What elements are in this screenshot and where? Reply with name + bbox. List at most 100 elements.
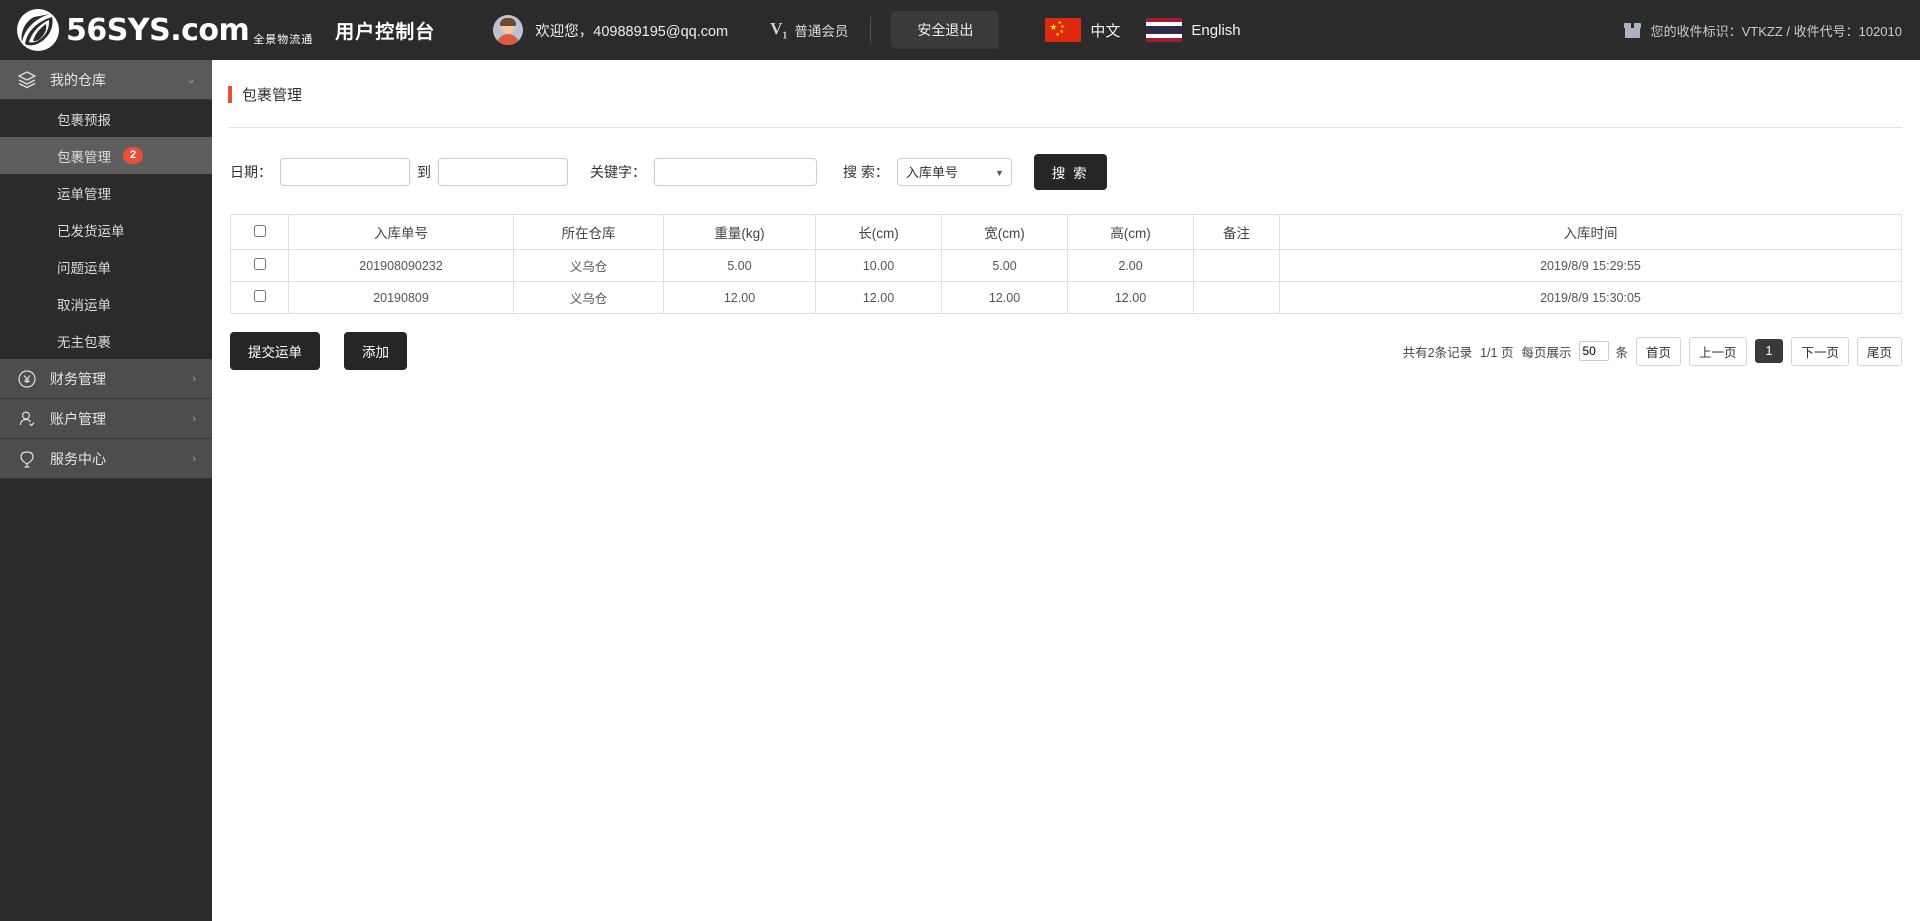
table-footer: 提交运单 添加 共有2条记录 1/1 页 每页展示 条 首页 上一页 1 下一页… xyxy=(230,332,1902,370)
sidebar-navigation: 我的仓库 ⌄ 包裹预报 包裹管理 2 运单管理 已发货运单 问题运单 取消运单 … xyxy=(0,60,212,921)
column-intake-time: 入库时间 xyxy=(1279,214,1902,250)
row-select-cell xyxy=(230,281,289,314)
china-flag-icon: ★ ★ ★ ★ ★ xyxy=(1045,18,1082,42)
top-header-bar: 56SYS.com 全景物流通 用户控制台 欢迎您，409889195@qq.c… xyxy=(0,0,1920,60)
yen-circle-icon xyxy=(16,369,38,389)
logo-wordmark: 56SYS.com xyxy=(66,12,250,48)
select-all-header xyxy=(230,214,289,250)
sidebar-item-label: 取消运单 xyxy=(57,297,111,313)
cell-weight: 5.00 xyxy=(663,249,816,282)
header-divider xyxy=(870,17,872,43)
sidebar-group-account[interactable]: 账户管理 › xyxy=(0,399,212,439)
chevron-right-icon: › xyxy=(192,452,196,465)
sidebar-item-waybill-management[interactable]: 运单管理 xyxy=(0,174,212,211)
sidebar-group-label: 财务管理 xyxy=(50,370,106,387)
sidebar-item-package-management[interactable]: 包裹管理 2 xyxy=(0,137,212,174)
brand-logo[interactable]: 56SYS.com 全景物流通 xyxy=(16,8,313,52)
keyword-input[interactable] xyxy=(654,158,817,186)
cell-intake-time: 2019/8/9 15:30:05 xyxy=(1279,281,1902,314)
page-indicator-text: 1/1 页 xyxy=(1480,345,1514,360)
column-height: 高(cm) xyxy=(1067,214,1194,250)
language-label-chinese: 中文 xyxy=(1090,22,1121,40)
cell-order-no: 20190809 xyxy=(288,281,514,314)
chevron-right-icon: › xyxy=(192,372,196,385)
table-header-row: 入库单号 所在仓库 重量(kg) 长(cm) 宽(cm) 高(cm) 备注 入库… xyxy=(230,214,1902,250)
sidebar-item-label: 问题运单 xyxy=(57,260,111,276)
table-row[interactable]: 201908090232 义乌仓 5.00 10.00 5.00 2.00 20… xyxy=(230,249,1902,282)
date-label: 日期： xyxy=(230,164,272,180)
avatar[interactable] xyxy=(493,15,524,45)
cell-length: 12.00 xyxy=(815,281,942,314)
logo-swirl-icon xyxy=(16,8,60,52)
cell-warehouse: 义乌仓 xyxy=(513,281,664,314)
cell-length: 10.00 xyxy=(815,249,942,282)
table-row[interactable]: 20190809 义乌仓 12.00 12.00 12.00 12.00 201… xyxy=(230,281,1902,314)
page-title: 包裹管理 xyxy=(242,87,303,104)
submit-waybill-button[interactable]: 提交运单 xyxy=(230,332,320,370)
total-records-text: 共有2条记录 xyxy=(1402,345,1473,360)
row-select-cell xyxy=(230,249,289,282)
cell-weight: 12.00 xyxy=(663,281,816,314)
date-between-label: 到 xyxy=(417,164,431,180)
row-checkbox[interactable] xyxy=(253,290,266,302)
search-button[interactable]: 搜 索 xyxy=(1033,154,1107,190)
cell-warehouse: 义乌仓 xyxy=(513,249,664,282)
language-switch-chinese[interactable]: ★ ★ ★ ★ ★ 中文 xyxy=(1045,18,1120,42)
vip-icon: V1 xyxy=(770,18,788,42)
logout-button[interactable]: 安全退出 xyxy=(891,11,1000,49)
logo-tagline: 全景物流通 xyxy=(253,33,314,46)
pagination: 共有2条记录 1/1 页 每页展示 条 首页 上一页 1 下一页 尾页 xyxy=(1402,336,1902,366)
membership-level: V1 普通会员 xyxy=(770,19,848,41)
sidebar-group-finance[interactable]: 财务管理 › xyxy=(0,359,212,399)
packages-table: 入库单号 所在仓库 重量(kg) 长(cm) 宽(cm) 高(cm) 备注 入库… xyxy=(230,214,1902,314)
keyword-label: 关键字： xyxy=(590,164,646,180)
language-switch-english[interactable]: English xyxy=(1146,18,1241,42)
main-content: 包裹管理 日期： 到 关键字： 搜 索： 入库单号 ▼ 搜 索 入库单号 所在仓… xyxy=(212,60,1920,921)
sidebar-item-cancelled-waybill[interactable]: 取消运单 xyxy=(0,285,212,322)
column-remark: 备注 xyxy=(1193,214,1280,250)
sidebar-item-shipped-waybill[interactable]: 已发货运单 xyxy=(0,211,212,248)
cell-width: 5.00 xyxy=(941,249,1068,282)
console-title: 用户控制台 xyxy=(335,21,436,43)
date-to-input[interactable] xyxy=(438,158,568,186)
cell-intake-time: 2019/8/9 15:29:55 xyxy=(1279,249,1902,282)
sidebar-group-label: 我的仓库 xyxy=(50,71,106,88)
sidebar-group-label: 服务中心 xyxy=(50,450,106,467)
sidebar-item-label: 包裹预报 xyxy=(57,112,111,128)
receiver-identity-info: 您的收件标识：VTKZZ / 收件代号：102010 xyxy=(1623,21,1902,40)
language-label-english: English xyxy=(1191,21,1241,39)
sidebar-item-label: 运单管理 xyxy=(57,186,111,202)
column-length: 长(cm) xyxy=(815,214,942,250)
column-width: 宽(cm) xyxy=(941,214,1068,250)
sidebar-group-label: 账户管理 xyxy=(50,410,106,427)
sidebar-item-label: 已发货运单 xyxy=(57,223,125,239)
status-badge: 2 xyxy=(123,147,144,164)
last-page-button[interactable]: 尾页 xyxy=(1856,336,1902,366)
cell-remark xyxy=(1193,281,1280,314)
per-page-unit: 条 xyxy=(1615,345,1628,360)
date-from-input[interactable] xyxy=(280,158,410,186)
support-icon xyxy=(16,449,38,469)
select-all-checkbox[interactable] xyxy=(253,224,266,237)
column-warehouse: 所在仓库 xyxy=(513,214,664,250)
search-type-select[interactable]: 入库单号 xyxy=(896,158,1012,186)
sidebar-item-label: 包裹管理 xyxy=(57,149,111,165)
sidebar-group-service-center[interactable]: 服务中心 › xyxy=(0,439,212,479)
prev-page-button[interactable]: 上一页 xyxy=(1689,336,1747,366)
sidebar-group-my-warehouse[interactable]: 我的仓库 ⌄ xyxy=(0,60,212,100)
cell-width: 12.00 xyxy=(941,281,1068,314)
current-page-button[interactable]: 1 xyxy=(1754,339,1784,363)
first-page-button[interactable]: 首页 xyxy=(1635,336,1681,366)
search-filter-bar: 日期： 到 关键字： 搜 索： 入库单号 ▼ 搜 索 xyxy=(212,128,1920,190)
add-button[interactable]: 添加 xyxy=(344,332,407,370)
per-page-input[interactable] xyxy=(1579,341,1610,361)
membership-label: 普通会员 xyxy=(794,23,849,39)
sidebar-item-package-forecast[interactable]: 包裹预报 xyxy=(0,100,212,137)
cell-order-no: 201908090232 xyxy=(288,249,514,282)
sidebar-item-unclaimed-package[interactable]: 无主包裹 xyxy=(0,322,212,359)
layers-icon xyxy=(16,70,38,90)
row-checkbox[interactable] xyxy=(253,258,266,270)
per-page-label: 每页展示 xyxy=(1521,345,1572,360)
sidebar-item-problem-waybill[interactable]: 问题运单 xyxy=(0,248,212,285)
next-page-button[interactable]: 下一页 xyxy=(1791,336,1849,366)
